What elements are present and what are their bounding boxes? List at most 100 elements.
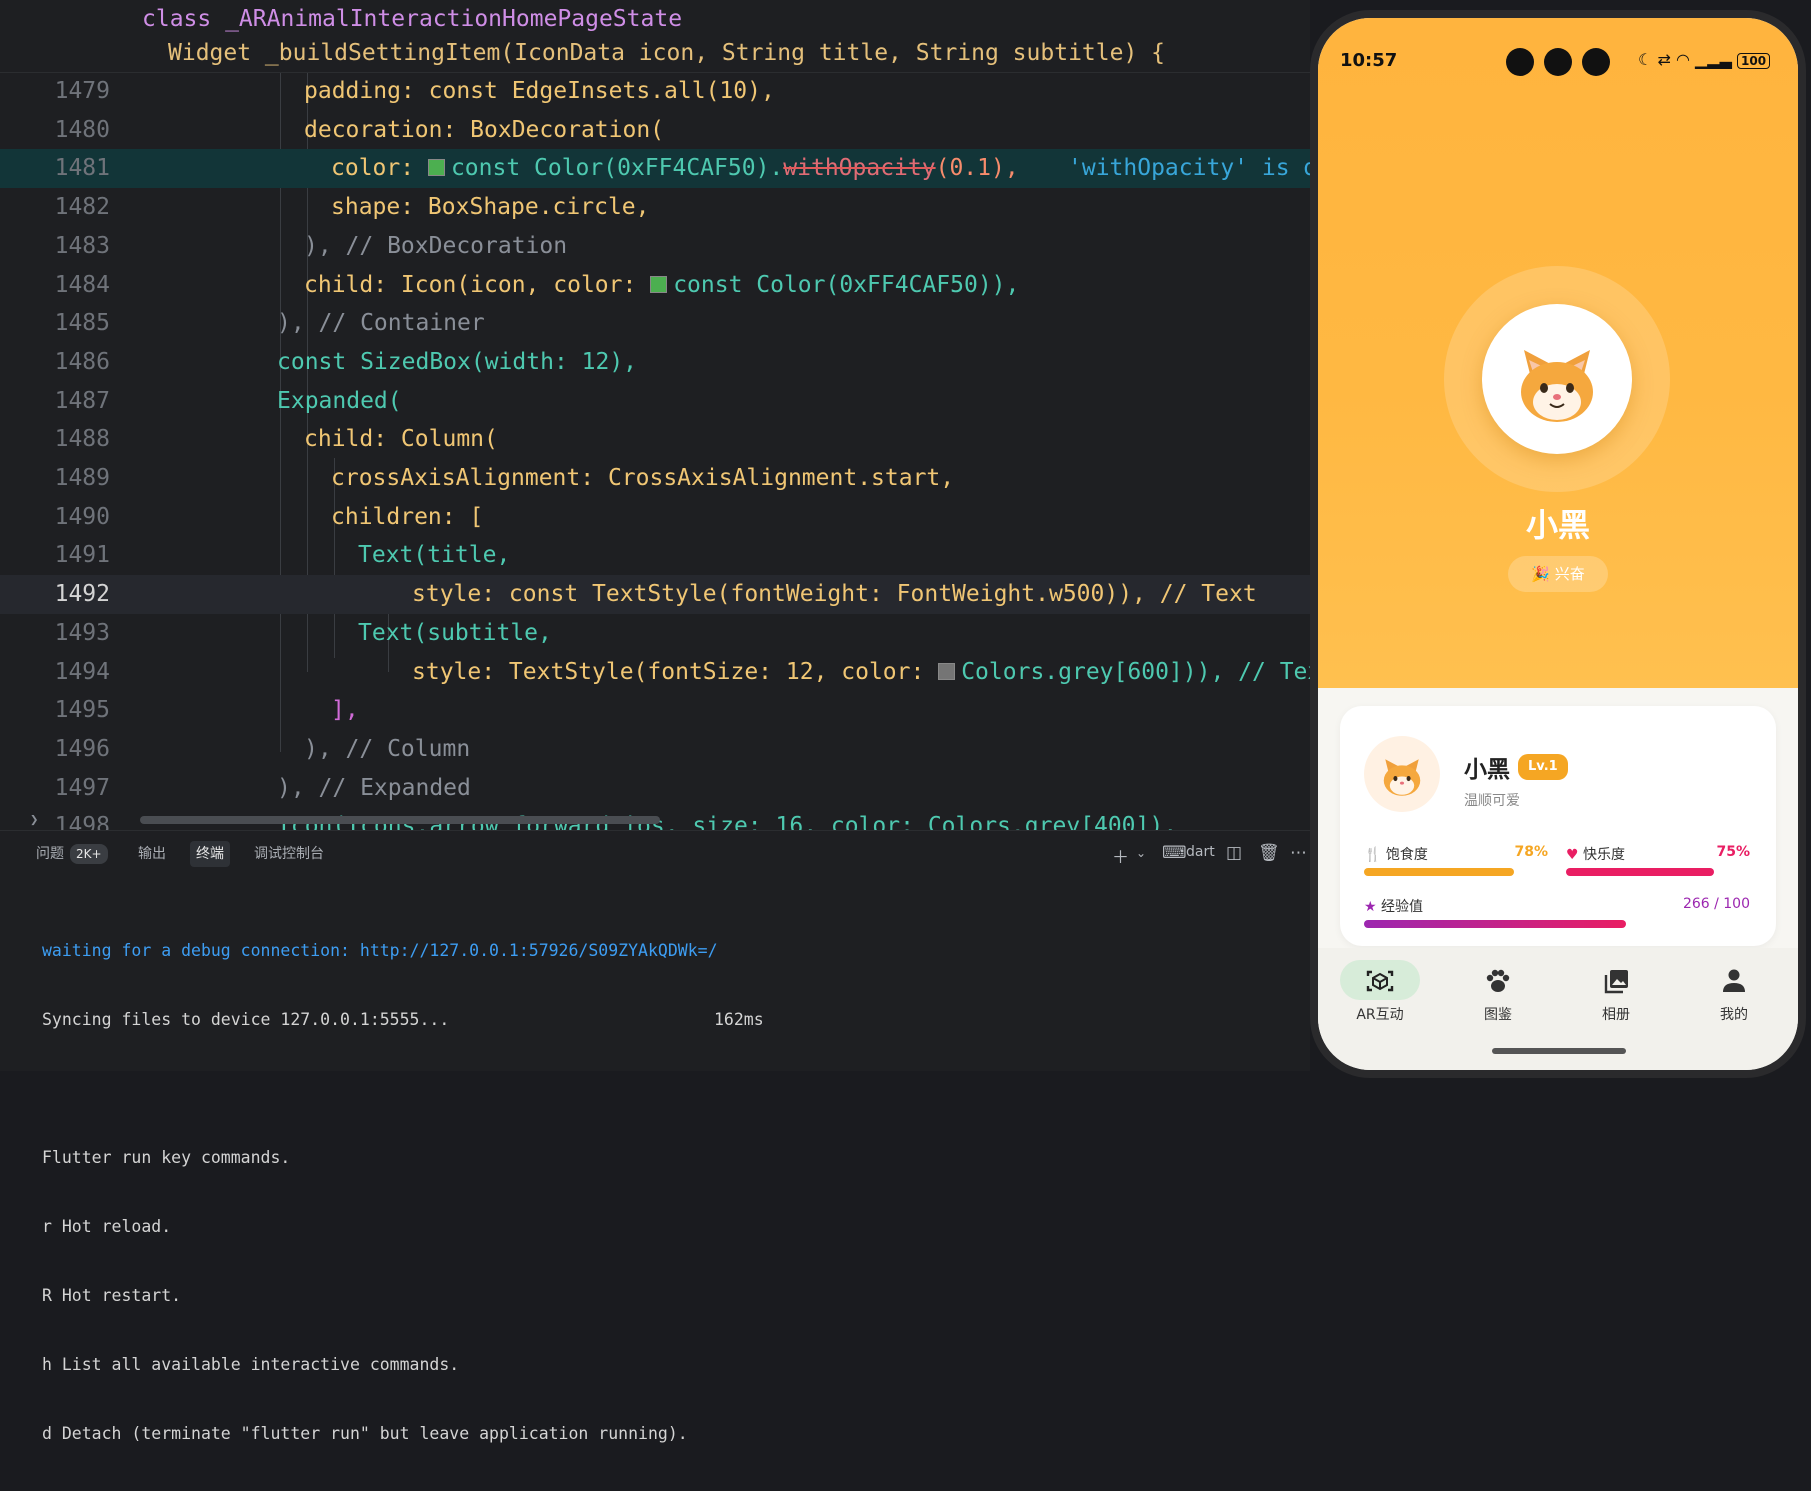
- line-number: 1488: [54, 426, 110, 453]
- code-line[interactable]: 1494 style: TextStyle(fontSize: 12, color…: [0, 653, 1310, 692]
- code-line[interactable]: 1495],: [0, 691, 1310, 730]
- line-number: 1494: [54, 658, 110, 685]
- color-swatch-grey[interactable]: [938, 662, 956, 680]
- fork-knife-icon: 🍴: [1364, 847, 1382, 863]
- line-number: 1483: [54, 232, 110, 259]
- nav-item-profile[interactable]: 我的: [1694, 966, 1774, 1024]
- code-text: Text(subtitle,: [358, 619, 552, 646]
- code-editor[interactable]: class _ARAnimalInteractionHomePageState …: [0, 0, 1310, 830]
- chevron-down-icon[interactable]: ⌄: [1136, 846, 1146, 860]
- terminal-output[interactable]: waiting for a debug connection: http://1…: [42, 893, 764, 1491]
- code-line[interactable]: 1490 children: [: [0, 498, 1310, 537]
- line-number: 1486: [54, 348, 110, 375]
- camera-dot-icon: [1506, 48, 1534, 76]
- code-line[interactable]: 1484 child: Icon(icon, color: const Color…: [0, 266, 1310, 305]
- code-text: child: Column(: [304, 426, 498, 453]
- code-text: Expanded(: [277, 387, 402, 414]
- tab-label: 输出: [138, 846, 166, 862]
- happiness-stat-value: 75%: [1716, 844, 1750, 860]
- nav-item-album[interactable]: 相册: [1576, 966, 1656, 1024]
- terminal-line: h List all available interactive command…: [42, 1355, 460, 1374]
- line-number: 1487: [54, 387, 110, 414]
- color-swatch-green[interactable]: [650, 275, 668, 293]
- pet-temperament: 温顺可爱: [1464, 793, 1520, 809]
- code-text: crossAxisAlignment: CrossAxisAlignment.s…: [331, 465, 955, 491]
- photo-album-icon: [1604, 970, 1628, 994]
- home-indicator[interactable]: [1492, 1048, 1626, 1054]
- cat-face-icon: [1383, 759, 1421, 796]
- color-swatch-green[interactable]: [427, 159, 445, 177]
- code-line[interactable]: 1485), // Container: [0, 304, 1310, 343]
- level-badge: Lv.1: [1518, 754, 1568, 780]
- split-terminal-icon[interactable]: ◫: [1226, 843, 1242, 863]
- code-line[interactable]: 1486 const SizedBox(width: 12),: [0, 343, 1310, 382]
- code-args: (0.1),: [935, 155, 1019, 182]
- nav-item-ar[interactable]: AR互动: [1340, 966, 1420, 1024]
- camera-dot-icon: [1544, 48, 1572, 76]
- terminal-line: R Hot restart.: [42, 1286, 182, 1305]
- code-line[interactable]: 1493 Text(subtitle,: [0, 614, 1310, 653]
- shell-name[interactable]: dart: [1186, 844, 1215, 860]
- bottom-panel: 问题 2K+ 输出 终端 调试控制台 ＋ ⌄ ⌨ dart ◫ 🗑 ⋯ waiti…: [0, 830, 1310, 1443]
- deprecated-method[interactable]: withOpacity: [783, 155, 935, 181]
- pet-avatar[interactable]: [1482, 304, 1632, 454]
- line-number: 1481: [54, 155, 110, 182]
- code-line-warning[interactable]: 1481 color: const Color(0xFF4CAF50).withO…: [0, 149, 1310, 189]
- tab-output[interactable]: 输出: [132, 841, 172, 867]
- code-line[interactable]: 1489 crossAxisAlignment: CrossAxisAlignme…: [0, 459, 1310, 498]
- code-line[interactable]: 1488 child: Column(: [0, 420, 1310, 459]
- mood-chip[interactable]: 🎉 兴奋: [1508, 556, 1608, 592]
- code-line[interactable]: 1480 decoration: BoxDecoration(: [0, 111, 1310, 150]
- code-text: const SizedBox(width: 12),: [277, 348, 638, 375]
- sticky-method-line[interactable]: Widget _buildSettingItem(IconData icon, …: [168, 34, 1165, 72]
- sticky-text: Widget _buildSettingItem(IconData icon, …: [168, 40, 1165, 66]
- code-part: Colors.grey[600])), // Tex: [961, 658, 1310, 685]
- code-line-current[interactable]: 1492 style: const TextStyle(fontWeight: F…: [0, 575, 1310, 614]
- inline-warning[interactable]: 'withOpacity' is de: [1068, 149, 1310, 188]
- hunger-stat-value: 78%: [1514, 844, 1548, 860]
- code-text: ), // Column: [304, 735, 471, 762]
- line-number: 1489: [54, 465, 110, 491]
- terminal-shell-icon[interactable]: ⌨: [1162, 843, 1187, 863]
- code-line[interactable]: 1491 Text(title,: [0, 536, 1310, 575]
- nav-label: 我的: [1720, 1007, 1748, 1023]
- exp-bar: [1364, 920, 1626, 928]
- code-line[interactable]: 1479 padding: const EdgeInsets.all(10),: [0, 72, 1310, 111]
- horizontal-scrollbar[interactable]: [140, 816, 660, 824]
- sticky-class-line[interactable]: class _ARAnimalInteractionHomePageState: [142, 0, 682, 38]
- line-number: 1493: [54, 619, 110, 646]
- nav-label: 相册: [1602, 1007, 1630, 1023]
- more-icon[interactable]: ⋯: [1290, 843, 1307, 863]
- fold-chevron-icon[interactable]: ❯: [30, 812, 38, 828]
- tab-terminal[interactable]: 终端: [190, 841, 230, 867]
- nav-item-collection[interactable]: 图鉴: [1458, 966, 1538, 1024]
- code-line[interactable]: 1483 ), // BoxDecoration: [0, 227, 1310, 266]
- code-line[interactable]: 1497), // Expanded: [0, 769, 1310, 808]
- code-line-content: color: const Color(0xFF4CAF50).withOpaci…: [331, 149, 1019, 188]
- code-text: padding: const EdgeInsets.all(10),: [304, 78, 775, 104]
- exp-stat-label: ★ 经验值: [1364, 896, 1423, 916]
- tab-problems[interactable]: 问题 2K+: [30, 841, 114, 867]
- problems-count-badge: 2K+: [70, 844, 108, 864]
- cell-signal-icon: ▁▂▃: [1695, 50, 1732, 69]
- code-line-content: child: Icon(icon, color: const Color(0xF…: [304, 266, 1019, 305]
- code-line[interactable]: 1496), // Column: [0, 730, 1310, 769]
- stat-label-text: 经验值: [1381, 899, 1424, 915]
- wifi-icon: ◠: [1675, 50, 1690, 69]
- code-line[interactable]: 1482 shape: BoxShape.circle,: [0, 188, 1310, 227]
- ar-cube-icon: [1366, 970, 1394, 992]
- code-part: child: Icon(icon, color:: [304, 271, 651, 298]
- code-line[interactable]: 1487 Expanded(: [0, 382, 1310, 421]
- line-number: 1498: [54, 813, 110, 830]
- line-number: 1482: [54, 194, 110, 221]
- line-number: 1484: [54, 271, 110, 298]
- code-lines[interactable]: 1479 padding: const EdgeInsets.all(10), 1…: [0, 72, 1310, 830]
- add-terminal-icon[interactable]: ＋: [1112, 843, 1129, 868]
- phone-screen[interactable]: 10:57 ☾ ⇄ ◠ ▁▂▃ 100 小黑 🎉 兴奋 小黑 Lv.1 温顺可爱…: [1318, 18, 1798, 1070]
- stat-label-text: 饱食度: [1385, 847, 1428, 863]
- terminal-text: Syncing files to device 127.0.0.1:5555..…: [42, 1010, 450, 1029]
- line-number: 1497: [54, 774, 110, 801]
- trash-icon[interactable]: 🗑: [1258, 843, 1280, 863]
- tab-debug-console[interactable]: 调试控制台: [248, 841, 330, 867]
- code-text: ), // BoxDecoration: [304, 232, 568, 259]
